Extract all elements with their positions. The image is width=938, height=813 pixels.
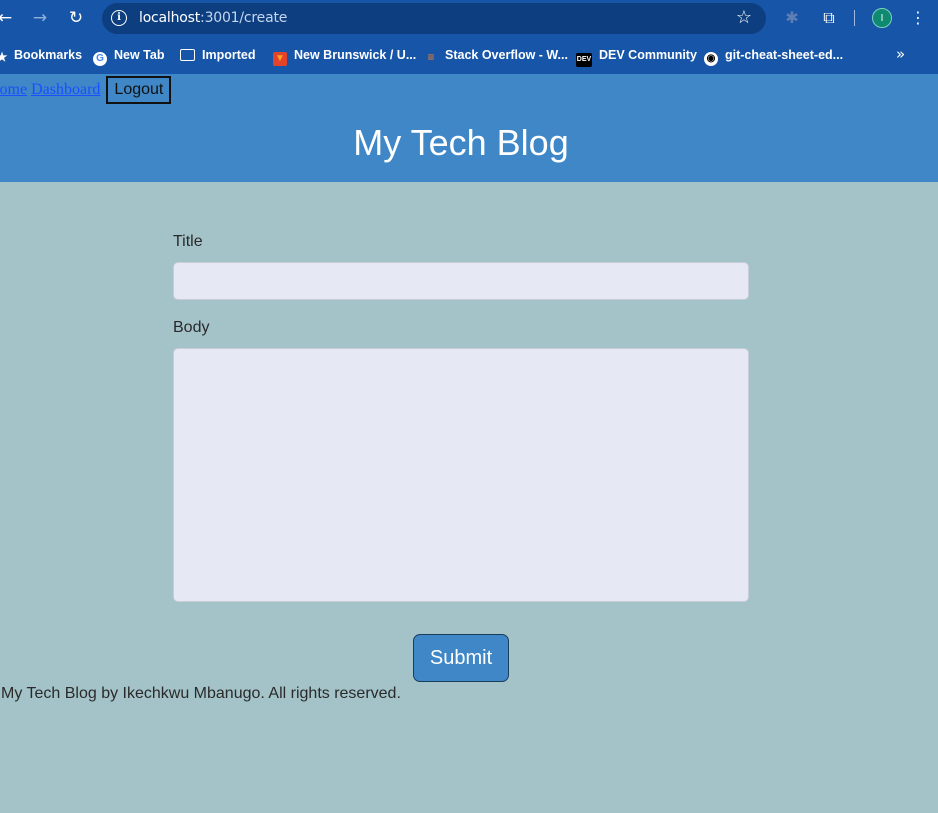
bookmark-label: Bookmarks	[14, 48, 83, 62]
bookmark-new-brunswick[interactable]: ▼ New Brunswick / U...	[273, 47, 417, 66]
folder-icon	[180, 49, 195, 61]
bookmark-label: New Tab	[114, 48, 165, 62]
url-text[interactable]: localhost:3001/create	[139, 10, 287, 26]
url-host: localhost	[139, 10, 201, 26]
bookmark-label: Stack Overflow - W...	[445, 48, 568, 62]
forward-arrow-icon[interactable]: →	[29, 7, 51, 29]
bug-extension-icon[interactable]: ✱	[781, 7, 803, 29]
logout-button[interactable]: Logout	[106, 76, 172, 104]
browser-toolbar: ← → ↻ i localhost:3001/create ☆ ✱ ⧉ I ⋮	[0, 0, 938, 37]
nav-dashboard-link[interactable]: Dashboard	[31, 81, 100, 98]
bookmarks-overflow-chevron-icon[interactable]: »	[896, 45, 905, 63]
bookmark-label: git-cheat-sheet-ed...	[725, 48, 844, 62]
reload-icon[interactable]: ↻	[65, 7, 87, 29]
body-textarea[interactable]	[173, 348, 749, 602]
bookmarks-bar: ★ Bookmarks G New Tab Imported ▼ New Brunsw…	[0, 37, 938, 74]
gitlab-icon: ▼	[273, 52, 287, 66]
github-icon: ◉	[704, 52, 718, 66]
main-nav: Home Dashboard Logout	[0, 76, 172, 104]
bookmark-stack-overflow[interactable]: ≡ Stack Overflow - W...	[424, 47, 568, 64]
site-info-icon[interactable]: i	[111, 10, 127, 26]
extensions-puzzle-icon[interactable]: ⧉	[818, 7, 840, 29]
bookmark-label: Imported	[202, 48, 256, 62]
back-arrow-icon[interactable]: ←	[0, 7, 16, 29]
profile-avatar[interactable]: I	[872, 8, 892, 28]
kebab-menu-icon[interactable]: ⋮	[908, 7, 928, 29]
dev-icon: DEV	[576, 53, 592, 67]
toolbar-divider	[854, 10, 855, 26]
bookmark-bookmarks[interactable]: ★ Bookmarks	[0, 47, 82, 64]
url-path: :3001/create	[200, 10, 288, 26]
bookmark-imported[interactable]: Imported	[180, 47, 255, 64]
bookmark-dev-community[interactable]: DEV DEV Community	[576, 47, 697, 67]
bookmark-git-cheat-sheet[interactable]: ◉ git-cheat-sheet-ed...	[704, 47, 844, 66]
google-icon: G	[93, 52, 107, 66]
footer-text: My Tech Blog by Ikechkwu Mbanugo. All ri…	[1, 685, 401, 702]
site-header: Home Dashboard Logout My Tech Blog	[0, 74, 938, 182]
site-title: My Tech Blog	[353, 122, 569, 163]
nav-home-link[interactable]: Home	[0, 81, 27, 98]
bookmark-star-icon[interactable]: ☆	[736, 7, 752, 28]
title-label: Title	[173, 233, 203, 250]
body-label: Body	[173, 319, 210, 336]
bookmark-label: DEV Community	[599, 48, 697, 62]
title-input[interactable]	[173, 262, 749, 300]
bookmark-new-tab[interactable]: G New Tab	[93, 47, 165, 66]
stackoverflow-icon: ≡	[427, 50, 435, 64]
bookmark-label: New Brunswick / U...	[294, 48, 417, 62]
star-icon: ★	[0, 50, 8, 64]
address-bar[interactable]: i localhost:3001/create ☆	[102, 3, 766, 34]
submit-button[interactable]: Submit	[413, 634, 509, 682]
